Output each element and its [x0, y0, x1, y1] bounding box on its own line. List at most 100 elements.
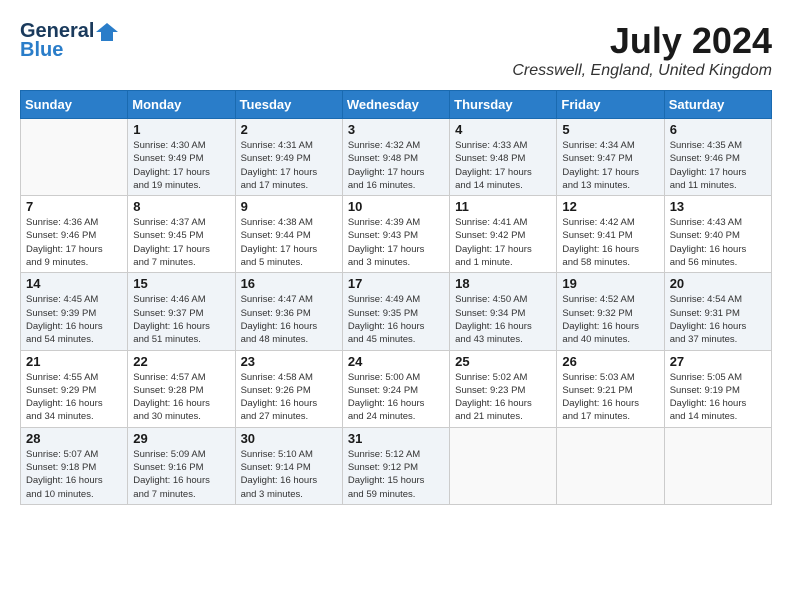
calendar-cell: 27 Sunrise: 5:05 AM Sunset: 9:19 PM Dayli… — [664, 350, 771, 427]
day-number: 23 — [241, 354, 337, 369]
calendar-cell: 26 Sunrise: 5:03 AM Sunset: 9:21 PM Dayli… — [557, 350, 664, 427]
calendar-cell: 28 Sunrise: 5:07 AM Sunset: 9:18 PM Dayli… — [21, 427, 128, 504]
calendar-cell: 17Sunrise: 4:49 AM Sunset: 9:35 PM Dayli… — [342, 273, 449, 350]
day-info: Sunrise: 4:38 AM Sunset: 9:44 PM Dayligh… — [241, 216, 337, 269]
day-number: 19 — [562, 276, 658, 291]
calendar-cell: 15 Sunrise: 4:46 AM Sunset: 9:37 PM Dayli… — [128, 273, 235, 350]
calendar-cell: 16Sunrise: 4:47 AM Sunset: 9:36 PM Dayli… — [235, 273, 342, 350]
calendar-cell: 22 Sunrise: 4:57 AM Sunset: 9:28 PM Dayli… — [128, 350, 235, 427]
day-number: 24 — [348, 354, 444, 369]
calendar-cell: 10Sunrise: 4:39 AM Sunset: 9:43 PM Dayli… — [342, 196, 449, 273]
day-number: 14 — [26, 276, 122, 291]
day-number: 28 — [26, 431, 122, 446]
calendar-cell: 31Sunrise: 5:12 AM Sunset: 9:12 PM Dayli… — [342, 427, 449, 504]
day-info: Sunrise: 5:00 AM Sunset: 9:24 PM Dayligh… — [348, 371, 444, 424]
calendar-cell: 12 Sunrise: 4:42 AM Sunset: 9:41 PM Dayli… — [557, 196, 664, 273]
calendar-cell — [557, 427, 664, 504]
logo-blue: Blue — [20, 39, 63, 62]
header-friday: Friday — [557, 91, 664, 119]
day-number: 6 — [670, 122, 766, 137]
calendar-cell: 21 Sunrise: 4:55 AM Sunset: 9:29 PM Dayli… — [21, 350, 128, 427]
day-info: Sunrise: 4:33 AM Sunset: 9:48 PM Dayligh… — [455, 139, 551, 192]
calendar-week-1: 1Sunrise: 4:30 AM Sunset: 9:49 PM Daylig… — [21, 119, 772, 196]
logo-bird-icon — [96, 23, 118, 41]
day-number: 10 — [348, 199, 444, 214]
calendar-cell: 30 Sunrise: 5:10 AM Sunset: 9:14 PM Dayli… — [235, 427, 342, 504]
page-header: General Blue July 2024 Cresswell, Englan… — [20, 20, 772, 80]
calendar-cell: 18 Sunrise: 4:50 AM Sunset: 9:34 PM Dayli… — [450, 273, 557, 350]
calendar-cell: 11Sunrise: 4:41 AM Sunset: 9:42 PM Dayli… — [450, 196, 557, 273]
calendar-cell: 4 Sunrise: 4:33 AM Sunset: 9:48 PM Daylig… — [450, 119, 557, 196]
logo: General Blue — [20, 20, 118, 62]
day-info: Sunrise: 4:50 AM Sunset: 9:34 PM Dayligh… — [455, 293, 551, 346]
day-info: Sunrise: 4:35 AM Sunset: 9:46 PM Dayligh… — [670, 139, 766, 192]
day-number: 21 — [26, 354, 122, 369]
day-info: Sunrise: 5:07 AM Sunset: 9:18 PM Dayligh… — [26, 448, 122, 501]
day-info: Sunrise: 4:32 AM Sunset: 9:48 PM Dayligh… — [348, 139, 444, 192]
day-number: 8 — [133, 199, 229, 214]
calendar-cell: 5 Sunrise: 4:34 AM Sunset: 9:47 PM Daylig… — [557, 119, 664, 196]
day-info: Sunrise: 4:52 AM Sunset: 9:32 PM Dayligh… — [562, 293, 658, 346]
day-info: Sunrise: 5:05 AM Sunset: 9:19 PM Dayligh… — [670, 371, 766, 424]
day-info: Sunrise: 4:55 AM Sunset: 9:29 PM Dayligh… — [26, 371, 122, 424]
day-info: Sunrise: 4:49 AM Sunset: 9:35 PM Dayligh… — [348, 293, 444, 346]
day-number: 3 — [348, 122, 444, 137]
calendar-cell: 7 Sunrise: 4:36 AM Sunset: 9:46 PM Daylig… — [21, 196, 128, 273]
calendar-cell: 9 Sunrise: 4:38 AM Sunset: 9:44 PM Daylig… — [235, 196, 342, 273]
calendar-cell: 3 Sunrise: 4:32 AM Sunset: 9:48 PM Daylig… — [342, 119, 449, 196]
day-info: Sunrise: 5:03 AM Sunset: 9:21 PM Dayligh… — [562, 371, 658, 424]
day-number: 30 — [241, 431, 337, 446]
calendar-cell: 2Sunrise: 4:31 AM Sunset: 9:49 PM Daylig… — [235, 119, 342, 196]
day-number: 27 — [670, 354, 766, 369]
day-info: Sunrise: 5:02 AM Sunset: 9:23 PM Dayligh… — [455, 371, 551, 424]
day-info: Sunrise: 4:46 AM Sunset: 9:37 PM Dayligh… — [133, 293, 229, 346]
calendar-cell: 14Sunrise: 4:45 AM Sunset: 9:39 PM Dayli… — [21, 273, 128, 350]
day-number: 4 — [455, 122, 551, 137]
calendar-cell: 20Sunrise: 4:54 AM Sunset: 9:31 PM Dayli… — [664, 273, 771, 350]
day-number: 1 — [133, 122, 229, 137]
day-info: Sunrise: 4:57 AM Sunset: 9:28 PM Dayligh… — [133, 371, 229, 424]
calendar-cell: 1Sunrise: 4:30 AM Sunset: 9:49 PM Daylig… — [128, 119, 235, 196]
header-sunday: Sunday — [21, 91, 128, 119]
day-number: 15 — [133, 276, 229, 291]
calendar-cell: 24 Sunrise: 5:00 AM Sunset: 9:24 PM Dayli… — [342, 350, 449, 427]
calendar-body: 1Sunrise: 4:30 AM Sunset: 9:49 PM Daylig… — [21, 119, 772, 505]
day-number: 5 — [562, 122, 658, 137]
calendar-cell: 8Sunrise: 4:37 AM Sunset: 9:45 PM Daylig… — [128, 196, 235, 273]
day-number: 7 — [26, 199, 122, 214]
calendar-cell: 19 Sunrise: 4:52 AM Sunset: 9:32 PM Dayli… — [557, 273, 664, 350]
calendar-week-3: 14Sunrise: 4:45 AM Sunset: 9:39 PM Dayli… — [21, 273, 772, 350]
day-info: Sunrise: 4:42 AM Sunset: 9:41 PM Dayligh… — [562, 216, 658, 269]
day-number: 11 — [455, 199, 551, 214]
day-number: 9 — [241, 199, 337, 214]
calendar-week-5: 28 Sunrise: 5:07 AM Sunset: 9:18 PM Dayli… — [21, 427, 772, 504]
calendar-week-4: 21 Sunrise: 4:55 AM Sunset: 9:29 PM Dayli… — [21, 350, 772, 427]
calendar-header-row: SundayMondayTuesdayWednesdayThursdayFrid… — [21, 91, 772, 119]
header-thursday: Thursday — [450, 91, 557, 119]
header-wednesday: Wednesday — [342, 91, 449, 119]
day-info: Sunrise: 4:47 AM Sunset: 9:36 PM Dayligh… — [241, 293, 337, 346]
day-number: 13 — [670, 199, 766, 214]
location: Cresswell, England, United Kingdom — [512, 62, 772, 80]
day-info: Sunrise: 4:34 AM Sunset: 9:47 PM Dayligh… — [562, 139, 658, 192]
calendar-cell: 25 Sunrise: 5:02 AM Sunset: 9:23 PM Dayli… — [450, 350, 557, 427]
day-number: 18 — [455, 276, 551, 291]
day-info: Sunrise: 5:10 AM Sunset: 9:14 PM Dayligh… — [241, 448, 337, 501]
day-number: 26 — [562, 354, 658, 369]
calendar-week-2: 7 Sunrise: 4:36 AM Sunset: 9:46 PM Daylig… — [21, 196, 772, 273]
day-info: Sunrise: 4:58 AM Sunset: 9:26 PM Dayligh… — [241, 371, 337, 424]
header-saturday: Saturday — [664, 91, 771, 119]
day-info: Sunrise: 4:54 AM Sunset: 9:31 PM Dayligh… — [670, 293, 766, 346]
calendar-cell — [450, 427, 557, 504]
day-info: Sunrise: 4:36 AM Sunset: 9:46 PM Dayligh… — [26, 216, 122, 269]
calendar-cell: 29 Sunrise: 5:09 AM Sunset: 9:16 PM Dayli… — [128, 427, 235, 504]
calendar-cell — [664, 427, 771, 504]
day-info: Sunrise: 5:12 AM Sunset: 9:12 PM Dayligh… — [348, 448, 444, 501]
day-info: Sunrise: 4:31 AM Sunset: 9:49 PM Dayligh… — [241, 139, 337, 192]
title-block: July 2024 Cresswell, England, United Kin… — [512, 20, 772, 80]
day-number: 29 — [133, 431, 229, 446]
day-number: 22 — [133, 354, 229, 369]
day-number: 12 — [562, 199, 658, 214]
day-info: Sunrise: 5:09 AM Sunset: 9:16 PM Dayligh… — [133, 448, 229, 501]
day-number: 25 — [455, 354, 551, 369]
